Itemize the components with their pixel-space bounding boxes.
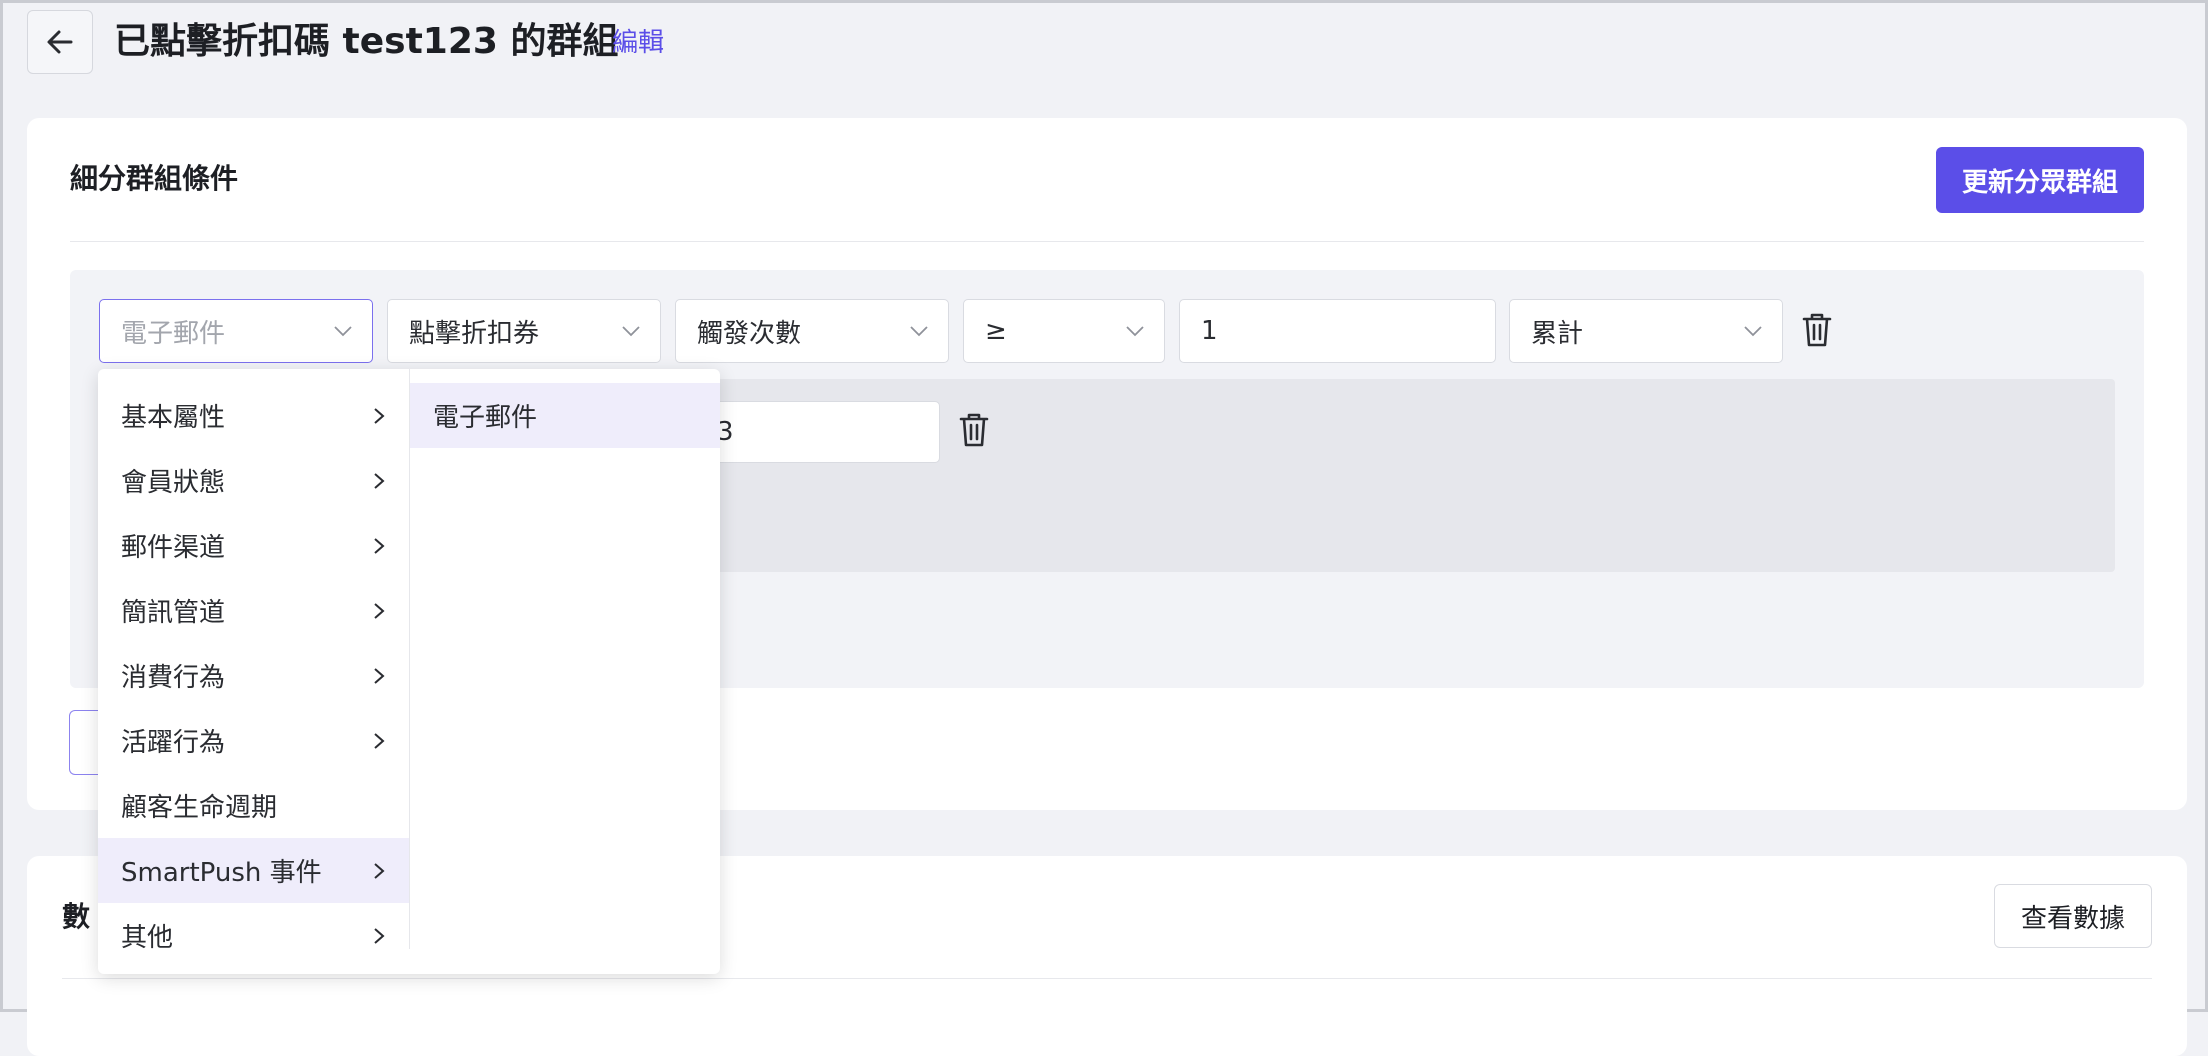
chevron-down-icon [1126,326,1144,337]
menu-item-subcategory[interactable]: 電子郵件 [410,383,720,448]
chevron-down-icon [910,326,928,337]
divider [62,978,2152,979]
chevron-right-icon [374,732,385,749]
page-title: 已點擊折扣碼 test123 的群組 [114,21,619,62]
channel-select[interactable]: 電子郵件 [99,299,373,363]
chevron-right-icon [374,472,385,489]
chevron-down-icon [1744,326,1762,337]
menu-item-label: SmartPush 事件 [121,858,322,888]
chevron-right-icon [374,862,385,879]
arrow-left-icon [47,30,73,54]
chevron-right-icon [374,602,385,619]
menu-item-category[interactable]: 簡訊管道 [98,578,409,643]
menu-item-label: 郵件渠道 [121,533,226,563]
view-data-button[interactable]: 查看數據 [1994,884,2152,948]
chevron-right-icon [374,537,385,554]
chevron-down-icon [334,326,352,337]
menu-item-category[interactable]: 消費行為 [98,643,409,708]
subcategory-menu: 電子郵件 [410,369,720,974]
edit-link[interactable]: 編輯 [612,23,664,63]
chevron-right-icon [374,407,385,424]
cascader-dropdown: 基本屬性會員狀態郵件渠道簡訊管道消費行為活躍行為顧客生命週期 SmartPush … [98,369,720,974]
menu-item-label: 其他 [121,923,174,953]
menu-item-label: 顧客生命週期 [121,793,278,823]
trash-icon[interactable] [957,411,991,449]
operator-select[interactable]: ≥ [963,299,1165,363]
value-input[interactable]: 1 [1179,299,1496,363]
menu-item-label: 消費行為 [121,663,226,693]
menu-item-label: 會員狀態 [121,468,226,498]
menu-item-label: 電子郵件 [433,403,538,433]
stats-title: 數 [62,900,91,933]
menu-item-category[interactable]: 基本屬性 [98,383,409,448]
menu-item-category[interactable]: 顧客生命週期 [98,773,409,838]
chevron-right-icon [374,927,385,944]
menu-item-label: 基本屬性 [121,403,226,433]
menu-item-category[interactable]: 其他 [98,903,409,968]
menu-item-category[interactable]: SmartPush 事件 [98,838,409,903]
chevron-down-icon [622,326,640,337]
category-menu: 基本屬性會員狀態郵件渠道簡訊管道消費行為活躍行為顧客生命週期 SmartPush … [98,369,410,953]
chevron-right-icon [374,667,385,684]
section-title: 細分群組條件 [70,162,239,195]
aggregation-select[interactable]: 累計 [1509,299,1783,363]
menu-item-category[interactable]: 郵件渠道 [98,513,409,578]
nested-value-input[interactable]: 3 [706,401,940,463]
back-button[interactable] [27,10,93,74]
menu-item-label: 簡訊管道 [121,598,226,628]
divider [70,241,2144,242]
trash-icon[interactable] [1800,311,1834,349]
menu-item-category[interactable]: 會員狀態 [98,448,409,513]
menu-item-label: 活躍行為 [121,728,226,758]
update-segment-button[interactable]: 更新分眾群組 [1936,147,2144,213]
event-select[interactable]: 點擊折扣券 [387,299,661,363]
menu-item-category[interactable]: 活躍行為 [98,708,409,773]
metric-select[interactable]: 觸發次數 [675,299,949,363]
